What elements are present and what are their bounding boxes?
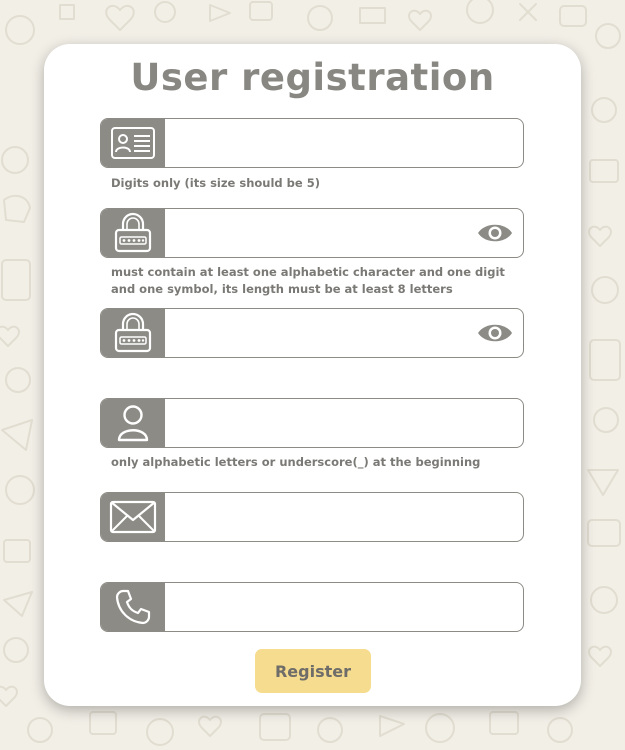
phone-icon bbox=[115, 589, 151, 625]
username-input[interactable] bbox=[165, 399, 465, 447]
password-field bbox=[100, 208, 524, 258]
confirm-password-field bbox=[100, 308, 524, 358]
padlock-icon bbox=[114, 212, 152, 253]
id-input[interactable] bbox=[165, 119, 465, 167]
id-card-icon bbox=[111, 127, 155, 159]
id-card-icon-box bbox=[101, 119, 165, 167]
id-hint: Digits only (its size should be 5) bbox=[111, 176, 320, 190]
show-password-eye-icon[interactable] bbox=[477, 221, 513, 245]
email-field bbox=[100, 492, 524, 542]
phone-input[interactable] bbox=[165, 583, 465, 631]
email-input[interactable] bbox=[165, 493, 465, 541]
padlock-icon-box bbox=[101, 209, 165, 257]
register-button[interactable]: Register bbox=[255, 649, 371, 693]
password-hint: must contain at least one alphabetic cha… bbox=[111, 265, 505, 296]
show-confirm-password-eye-icon[interactable] bbox=[477, 321, 513, 345]
confirm-password-input[interactable] bbox=[165, 309, 465, 357]
id-field bbox=[100, 118, 524, 168]
username-hint: only alphabetic letters or underscore(_)… bbox=[111, 455, 481, 469]
padlock-icon bbox=[114, 312, 152, 353]
username-field bbox=[100, 398, 524, 448]
user-icon bbox=[117, 405, 149, 442]
envelope-icon bbox=[109, 500, 157, 534]
user-icon-box bbox=[101, 399, 165, 447]
envelope-icon-box bbox=[101, 493, 165, 541]
registration-card: User registration Digits only (its size … bbox=[44, 44, 581, 706]
phone-icon-box bbox=[101, 583, 165, 631]
page-title: User registration bbox=[130, 56, 495, 99]
padlock-icon-box bbox=[101, 309, 165, 357]
password-input[interactable] bbox=[165, 209, 465, 257]
phone-field bbox=[100, 582, 524, 632]
